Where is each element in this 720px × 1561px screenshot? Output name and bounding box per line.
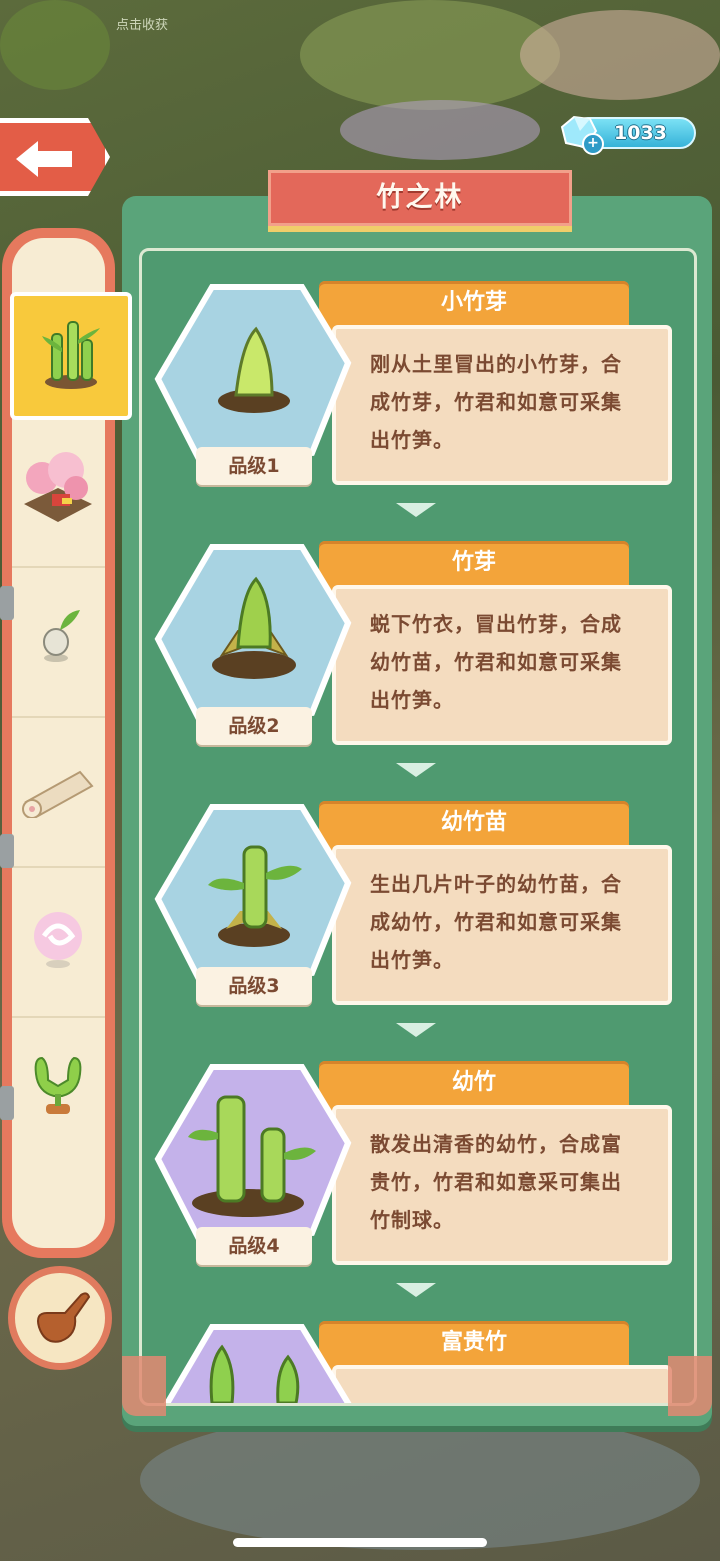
item-grade: 品级3 [196,967,312,1005]
seed-bulb-icon [43,610,80,662]
item-name-tab: 竹芽 [319,541,629,591]
scroll-marker [0,586,14,620]
item-grade: 品级1 [196,447,312,485]
category-tab-blossom[interactable] [12,416,105,568]
cactus-sprout-icon [34,1056,82,1114]
category-tab-wood[interactable] [12,716,105,868]
category-tab-orb[interactable] [12,866,105,1018]
panel-corner-accent [668,1356,712,1416]
item-panel: 小竹芽 刚从土里冒出的小竹芽，合成竹芽，竹君和如意可采集出竹笋。 品级1 竹芽 … [122,196,712,1426]
item-name-tab: 小竹芽 [319,281,629,331]
item-description-box: 蜕下竹衣，冒出竹芽，合成幼竹苗，竹君和如意可采集出竹笋。 [332,585,672,745]
item-description: 散发出清香的幼竹，合成富贵竹，竹君和如意采可集出竹制球。 [370,1132,622,1232]
pointing-hand-icon [37,1292,91,1343]
item-description: 刚从土里冒出的小竹芽，合成竹芽，竹君和如意可采集出竹笋。 [370,352,622,452]
item-grade: 品级2 [196,707,312,745]
harvest-hint: 点击收获 [116,18,169,33]
panel-corner-accent [122,1356,166,1416]
item-description-box: 生出几片叶子的幼竹苗，合成幼竹，竹君和如意可采集出竹笋。 [332,845,672,1005]
item-card[interactable]: 小竹芽 刚从土里冒出的小竹芽，合成竹芽，竹君和如意可采集出竹笋。 品级1 [142,251,694,517]
item-name-tab: 幼竹苗 [319,801,629,851]
add-gems-button[interactable]: + [582,133,604,155]
pink-swirl-orb-icon [34,912,82,968]
item-name: 幼竹 [451,1070,496,1095]
item-description-box [332,1365,672,1403]
back-button[interactable] [0,118,110,196]
bamboo-seedling-icon [154,804,352,989]
category-tab-seed[interactable] [12,566,105,718]
item-card[interactable]: 幼竹苗 生出几片叶子的幼竹苗，合成幼竹，竹君和如意可采集出竹笋。 品级3 [142,771,694,1037]
blossom-garden-icon [24,452,92,522]
scroll-marker [0,834,14,868]
category-tab-cactus[interactable] [12,1016,105,1166]
item-description: 生出几片叶子的幼竹苗，合成幼竹，竹君和如意可采集出竹笋。 [370,872,622,972]
wood-log-icon [22,770,94,818]
item-name: 幼竹苗 [440,810,507,835]
young-bamboo-icon [154,1064,352,1249]
lucky-bamboo-icon [163,1324,352,1403]
item-list[interactable]: 小竹芽 刚从土里冒出的小竹芽，合成竹芽，竹君和如意可采集出竹笋。 品级1 竹芽 … [139,248,697,1406]
bamboo-sprout-icon [154,284,352,469]
item-card[interactable]: 富贵竹 [142,1291,694,1403]
home-indicator[interactable] [233,1538,487,1547]
item-description-box: 刚从土里冒出的小竹芽，合成竹芽，竹君和如意可采集出竹笋。 [332,325,672,485]
item-grade: 品级4 [196,1227,312,1265]
scroll-marker [0,1086,14,1120]
category-tab-bamboo[interactable] [10,292,132,420]
item-name: 富贵竹 [440,1330,507,1355]
gem-amount: 1033 [614,122,667,144]
item-card[interactable]: 竹芽 蜕下竹衣，冒出竹芽，合成幼竹苗，竹君和如意可采集出竹笋。 品级2 [142,511,694,777]
gem-currency[interactable]: + 1033 [560,115,696,155]
panel-title: 竹之林 [376,182,464,213]
item-name-tab: 富贵竹 [319,1321,629,1371]
item-name-tab: 幼竹 [319,1061,629,1111]
item-name: 竹芽 [451,550,496,575]
item-card[interactable]: 幼竹 散发出清香的幼竹，合成富贵竹，竹君和如意采可集出竹制球。 品级4 [142,1031,694,1297]
guide-hand-button[interactable] [8,1266,112,1370]
item-name: 小竹芽 [440,290,507,315]
bamboo-shoot-icon [154,544,352,729]
bamboo-category-icon [42,321,100,389]
panel-title-ribbon: 竹之林 [268,170,572,226]
item-description: 蜕下竹衣，冒出竹芽，合成幼竹苗，竹君和如意可采集出竹笋。 [370,612,622,712]
item-description-box: 散发出清香的幼竹，合成富贵竹，竹君和如意采可集出竹制球。 [332,1105,672,1265]
arrow-left-icon [16,141,72,177]
